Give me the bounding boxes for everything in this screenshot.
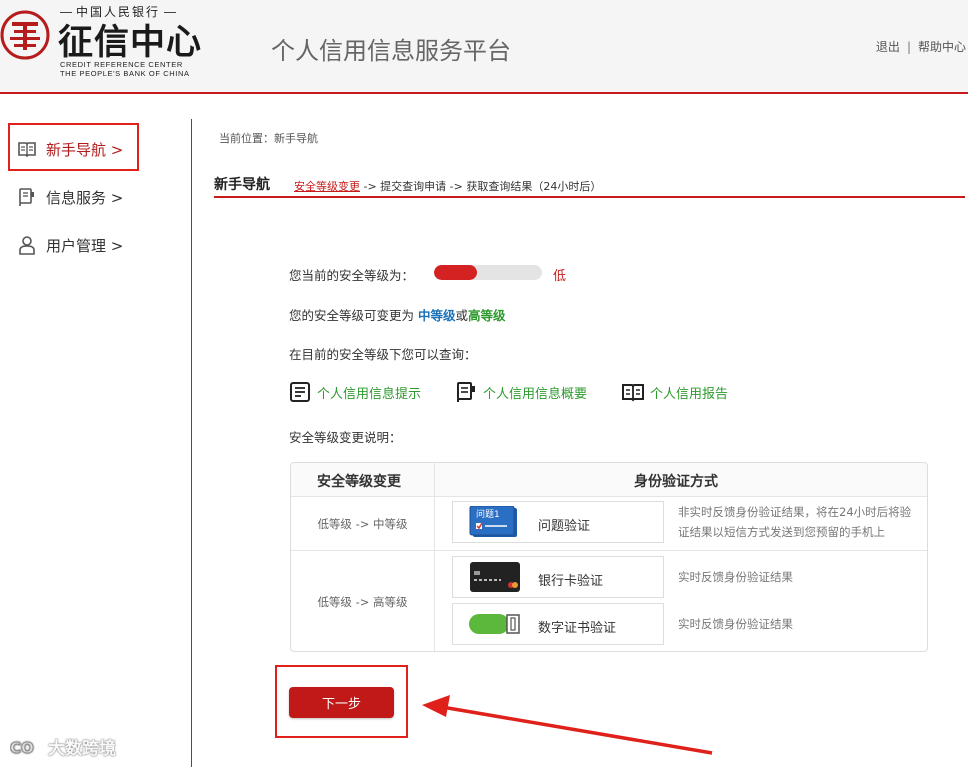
query-link-credit-tips[interactable]: 个人信用信息提示 xyxy=(289,381,421,403)
query-link-label: 个人信用信息提示 xyxy=(317,386,422,402)
sidebar-item-label: 用户管理 > xyxy=(46,236,124,255)
sidebar-item-label: 信息服务 > xyxy=(46,188,124,207)
seal-logo-icon xyxy=(0,10,50,60)
bank-card-icon xyxy=(470,562,520,592)
query-intro-text: 在目前的安全等级下您可以查询： xyxy=(289,347,477,362)
sidebar-divider xyxy=(191,119,192,767)
remaining-steps: -> 提交查询申请 -> 获取查询结果（24小时后） xyxy=(360,180,602,193)
platform-title: 个人信用信息服务平台 xyxy=(271,37,511,65)
logo-main-text: 征信中心 xyxy=(58,22,203,63)
query-link-credit-summary[interactable]: 个人信用信息概要 xyxy=(455,381,587,403)
user-icon xyxy=(17,235,37,255)
security-level-label: 您当前的安全等级为： xyxy=(289,268,415,283)
watermark-logo-icon: CO xyxy=(10,738,34,757)
auth-method-table: 安全等级变更 身份验证方式 低等级 -> 中等级 问题1 问题验证 非实时反馈身… xyxy=(290,462,928,652)
header: 中国人民银行 征信中心 CREDIT REFERENCE CENTER THE … xyxy=(0,0,968,94)
security-level-text: 低 xyxy=(553,269,567,284)
list-document-icon xyxy=(290,382,310,402)
high-level-link[interactable]: 高等级 xyxy=(468,308,506,323)
method-name: 银行卡验证 xyxy=(538,574,604,589)
document-icon xyxy=(17,187,37,207)
security-level-fill xyxy=(434,265,478,280)
annotation-arrow-icon xyxy=(422,695,713,755)
method-description: 实时反馈身份验证结果 xyxy=(678,570,793,584)
sidebar-item-label: 新手导航 > xyxy=(46,140,124,159)
top-links: 退出 | 帮助中心 xyxy=(876,38,966,55)
section-title: 新手导航 xyxy=(214,177,270,193)
logo-english-line1: CREDIT REFERENCE CENTER xyxy=(60,60,183,69)
book-icon xyxy=(17,139,37,159)
method-name: 数字证书验证 xyxy=(538,621,617,636)
table-header-auth-method: 身份验证方式 xyxy=(634,474,718,490)
method-description: 实时反馈身份验证结果 xyxy=(678,617,793,631)
query-link-label: 个人信用信息概要 xyxy=(483,386,588,402)
breadcrumb: 当前位置：新手导航 xyxy=(219,132,318,145)
watermark-text: 大数跨境 xyxy=(48,739,116,759)
security-level-bar xyxy=(434,265,542,280)
method-question-verify[interactable]: 问题1 问题验证 xyxy=(452,501,664,543)
question-card-icon: 问题1 xyxy=(469,506,517,537)
method-description: 非实时反馈身份验证结果，将在24小时后将验证结果以短信方式发送到您预留的手机上 xyxy=(678,505,912,539)
table-header-level-change: 安全等级变更 xyxy=(317,474,401,490)
watermark: CO 大数跨境 xyxy=(10,734,116,759)
sidebar-item-info-service[interactable]: 信息服务 > xyxy=(17,184,123,210)
level-change-low-to-medium: 低等级 -> 中等级 xyxy=(317,517,408,531)
table-header-row: 安全等级变更 身份验证方式 xyxy=(291,463,927,497)
change-prefix: 您的安全等级可变更为 xyxy=(289,308,418,323)
query-link-label: 个人信用报告 xyxy=(650,386,729,402)
next-step-button[interactable]: 下一步 xyxy=(289,687,394,718)
page: 中国人民银行 征信中心 CREDIT REFERENCE CENTER THE … xyxy=(0,0,968,767)
usb-key-icon xyxy=(469,614,520,634)
book-icon xyxy=(622,384,644,402)
logo-english-line2: THE PEOPLE'S BANK OF CHINA xyxy=(60,69,190,78)
svg-text:CO: CO xyxy=(10,739,34,757)
logout-link[interactable]: 退出 xyxy=(876,40,900,54)
section-header: 新手导航 安全等级变更 -> 提交查询申请 -> 获取查询结果（24小时后） xyxy=(214,172,965,198)
help-center-link[interactable]: 帮助中心 xyxy=(918,40,966,54)
link-separator: | xyxy=(906,40,911,54)
sidebar-item-beginner-guide[interactable]: 新手导航 > xyxy=(17,136,123,162)
level-change-low-to-high: 低等级 -> 高等级 xyxy=(317,595,408,609)
column-divider xyxy=(434,463,435,651)
medium-level-link[interactable]: 中等级 xyxy=(418,308,456,323)
document-icon xyxy=(457,382,475,402)
method-name: 问题验证 xyxy=(538,519,591,534)
change-note-label: 安全等级变更说明： xyxy=(289,430,402,445)
or-text: 或 xyxy=(455,308,469,323)
sidebar-item-user-management[interactable]: 用户管理 > xyxy=(17,232,123,258)
query-link-credit-report[interactable]: 个人信用报告 xyxy=(622,381,728,403)
method-digital-certificate-verify[interactable]: 数字证书验证 xyxy=(452,603,664,645)
current-step[interactable]: 安全等级变更 xyxy=(294,180,360,193)
step-indicator: 安全等级变更 -> 提交查询申请 -> 获取查询结果（24小时后） xyxy=(294,178,601,194)
security-change-text: 您的安全等级可变更为 中等级或高等级 xyxy=(289,305,506,324)
question-card-text: 问题1 xyxy=(476,508,500,520)
method-bank-card-verify[interactable]: 银行卡验证 xyxy=(452,556,664,598)
row-divider xyxy=(291,550,927,551)
